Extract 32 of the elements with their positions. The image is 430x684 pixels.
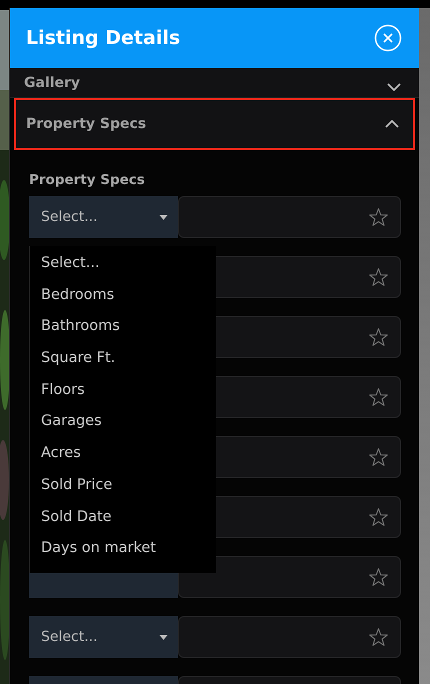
caret-icon bbox=[159, 634, 168, 640]
star-icon[interactable] bbox=[368, 506, 389, 528]
select-dropdown[interactable]: Select... bbox=[29, 616, 178, 658]
dropdown-option[interactable]: Days on market bbox=[30, 533, 216, 565]
caret-icon bbox=[159, 214, 168, 220]
star-icon[interactable] bbox=[368, 566, 389, 588]
close-icon[interactable] bbox=[374, 24, 402, 52]
star-icon[interactable] bbox=[368, 326, 389, 348]
star-icon[interactable] bbox=[368, 206, 389, 228]
dropdown-option[interactable]: Bedrooms bbox=[30, 280, 216, 312]
chevron-icon bbox=[385, 120, 399, 128]
dropdown-option[interactable]: Garages bbox=[30, 406, 216, 438]
dropdown-option[interactable]: Bathrooms bbox=[30, 311, 216, 344]
accordion-header[interactable]: Property Specs bbox=[14, 98, 415, 150]
value-field[interactable] bbox=[178, 556, 401, 598]
star-icon[interactable] bbox=[368, 266, 389, 288]
dropdown-option[interactable]: Square Ft. bbox=[30, 343, 216, 375]
select-dropdown[interactable]: Select... bbox=[29, 196, 178, 238]
value-field[interactable] bbox=[178, 196, 401, 238]
section-label: Property Specs bbox=[29, 172, 146, 188]
accordion-header[interactable]: Gallery bbox=[10, 68, 419, 98]
dropdown-option[interactable]: Acres bbox=[30, 438, 216, 470]
star-icon[interactable] bbox=[368, 626, 389, 648]
dropdown-option[interactable]: Sold Price bbox=[30, 470, 216, 502]
star-icon[interactable] bbox=[368, 386, 389, 408]
dropdown-option[interactable]: Select... bbox=[30, 248, 216, 280]
chevron-icon bbox=[387, 83, 401, 91]
dropdown-option[interactable]: Sold Date bbox=[30, 502, 216, 534]
star-icon[interactable] bbox=[368, 446, 389, 468]
dropdown-option[interactable]: Floors bbox=[30, 374, 216, 406]
value-field[interactable] bbox=[178, 616, 401, 658]
panel-title: Listing Details bbox=[26, 27, 180, 49]
